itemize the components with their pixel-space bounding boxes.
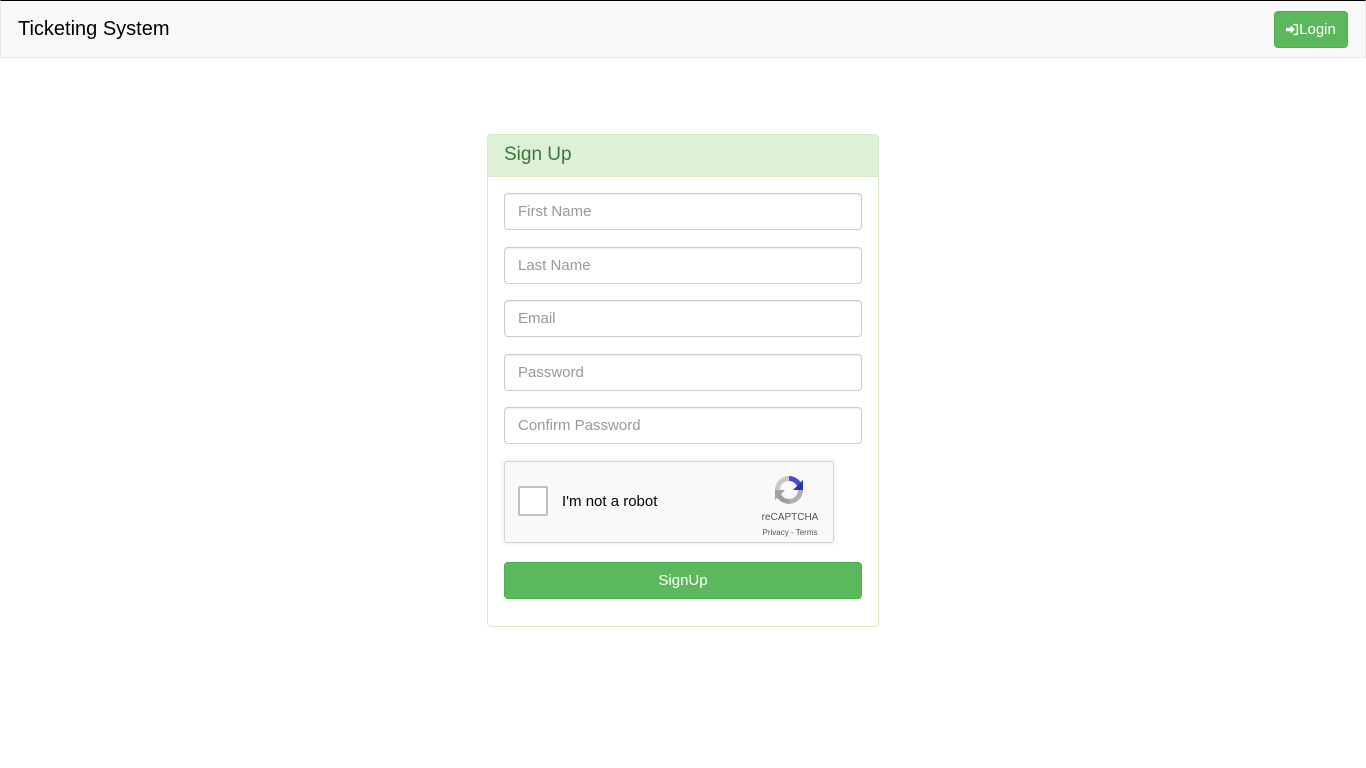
recaptcha-links: Privacy - Terms: [753, 528, 827, 537]
first-name-input[interactable]: [504, 193, 862, 230]
recaptcha-label: I'm not a robot: [562, 492, 658, 510]
navbar-brand[interactable]: Ticketing System: [18, 17, 170, 41]
recaptcha-checkbox[interactable]: [518, 485, 548, 516]
last-name-input[interactable]: [504, 246, 862, 284]
recaptcha-logo-icon: [771, 472, 807, 508]
recaptcha-link-separator: -: [788, 527, 796, 537]
signup-form: I'm not a robot reCAPTCHA Privacy - Term…: [488, 177, 878, 615]
confirm-password-input[interactable]: [504, 407, 862, 444]
recaptcha-terms-link[interactable]: Terms: [796, 528, 818, 537]
signup-panel: Sign Up I'm not a robot reCAPTCHA: [487, 134, 879, 627]
email-input[interactable]: [504, 300, 862, 337]
login-label: Login: [1299, 21, 1336, 38]
signup-button[interactable]: SignUp: [504, 561, 862, 599]
recaptcha-brand: reCAPTCHA: [761, 511, 819, 523]
password-input[interactable]: [504, 353, 862, 391]
sign-in-icon: [1286, 23, 1299, 36]
login-button[interactable]: Login: [1274, 11, 1348, 48]
panel-title: Sign Up: [488, 135, 878, 177]
navbar: Ticketing System Login: [0, 0, 1366, 58]
recaptcha-widget: I'm not a robot reCAPTCHA Privacy - Term…: [504, 460, 834, 543]
recaptcha-privacy-link[interactable]: Privacy: [763, 528, 789, 537]
